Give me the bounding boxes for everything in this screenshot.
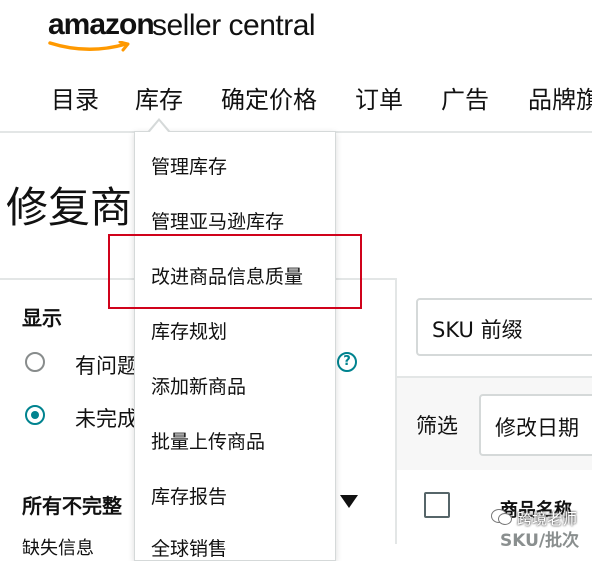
nav-brands[interactable]: 品牌旗	[528, 80, 592, 115]
nav-pricing[interactable]: 确定价格	[221, 80, 317, 115]
select-all-checkbox[interactable]	[424, 492, 450, 518]
highlight-annotation-box	[108, 234, 362, 309]
radio-has-issues-label[interactable]: 有问题	[75, 350, 138, 380]
nav-catalog[interactable]: 目录	[51, 80, 99, 115]
sku-prefix-input[interactable]: SKU 前缀	[416, 298, 592, 356]
column-header-sku[interactable]: SKU/批次	[500, 526, 579, 551]
filter-select[interactable]: 修改日期	[479, 394, 592, 456]
radio-incomplete[interactable]	[25, 405, 45, 425]
amazon-smile-icon	[48, 41, 130, 52]
nav-inventory[interactable]: 库存	[135, 80, 183, 115]
nav-advertising[interactable]: 广告	[441, 80, 489, 115]
logo-brand: amazon	[48, 8, 155, 41]
help-icon[interactable]: ?	[337, 352, 357, 372]
filter-select-value: 修改日期	[495, 416, 579, 440]
menu-item-inventory-reports[interactable]: 库存报告	[151, 482, 227, 509]
filter-label: 筛选	[416, 414, 458, 438]
radio-has-issues[interactable]	[25, 352, 45, 372]
show-label: 显示	[22, 306, 62, 330]
inventory-dropdown-menu: 管理库存 管理亚马逊库存 改进商品信息质量 库存规划 添加新商品 批量上传商品 …	[134, 131, 336, 561]
menu-item-global-selling[interactable]: 全球销售	[151, 534, 227, 561]
menu-item-add-product[interactable]: 添加新商品	[151, 372, 246, 399]
watermark-text: 跨境老师	[517, 510, 578, 528]
page-title: 修复商	[6, 183, 133, 232]
sku-prefix-value: SKU 前缀	[432, 318, 523, 342]
menu-item-manage-fba-inventory[interactable]: 管理亚马逊库存	[151, 207, 284, 234]
radio-incomplete-label[interactable]: 未完成	[75, 403, 138, 433]
missing-info-label: 缺失信息	[22, 538, 94, 559]
wechat-icon	[491, 509, 512, 525]
menu-caret-fill	[149, 121, 169, 133]
menu-item-inventory-planning[interactable]: 库存规划	[151, 317, 227, 344]
caret-down-icon[interactable]	[340, 495, 358, 508]
menu-item-manage-inventory[interactable]: 管理库存	[151, 152, 227, 179]
nav-orders[interactable]: 订单	[355, 80, 403, 115]
menu-item-bulk-upload[interactable]: 批量上传商品	[151, 427, 265, 454]
logo-product: seller central	[152, 9, 316, 42]
incomplete-filter-label: 所有不完整	[22, 494, 122, 518]
